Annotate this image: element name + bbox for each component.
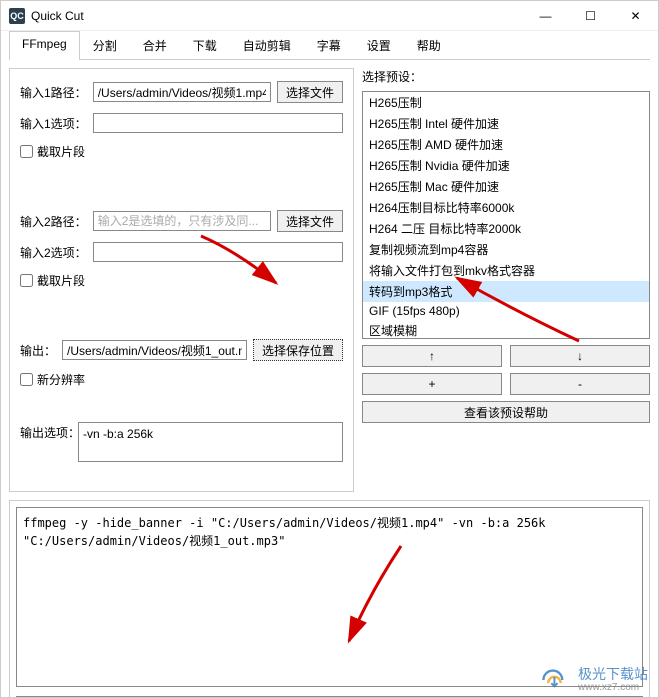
preset-item[interactable]: H265压制 xyxy=(363,92,649,113)
watermark-url: www.xz7.com xyxy=(578,682,648,693)
input2-opts-label: 输入2选项： xyxy=(20,244,87,261)
preset-move-down-button[interactable]: ↓ xyxy=(510,345,650,367)
output-opts-label: 输出选项： xyxy=(20,424,80,441)
input1-path-label: 输入1路径： xyxy=(20,84,87,101)
clip1-checkbox[interactable] xyxy=(20,145,33,158)
choose-save-location-button[interactable]: 选择保存位置 xyxy=(253,339,343,361)
preset-item[interactable]: H265压制 Intel 硬件加速 xyxy=(363,113,649,134)
new-resolution-checkbox[interactable] xyxy=(20,373,33,386)
input1-path-field[interactable] xyxy=(93,82,271,102)
close-button[interactable]: ✕ xyxy=(613,1,658,31)
right-panel: 选择预设： H265压制H265压制 Intel 硬件加速H265压制 AMD … xyxy=(362,68,650,492)
app-icon: QC xyxy=(9,8,25,24)
command-textarea[interactable] xyxy=(16,507,643,687)
main-content: 输入1路径： 选择文件 输入1选项： 截取片段 输入2路径： 选择文件 输入2选… xyxy=(1,60,658,500)
tab-下载[interactable]: 下载 xyxy=(180,31,230,59)
watermark-icon xyxy=(540,669,572,691)
app-window: QC Quick Cut — ☐ ✕ FFmpeg分割合并下载自动剪辑字幕设置帮… xyxy=(0,0,659,698)
maximize-button[interactable]: ☐ xyxy=(568,1,613,31)
preset-list[interactable]: H265压制H265压制 Intel 硬件加速H265压制 AMD 硬件加速H2… xyxy=(362,91,650,339)
watermark: 极光下载站 www.xz7.com xyxy=(540,667,648,693)
input1-choose-file-button[interactable]: 选择文件 xyxy=(277,81,343,103)
minimize-button[interactable]: — xyxy=(523,1,568,31)
input2-path-label: 输入2路径： xyxy=(20,213,87,230)
preset-item[interactable]: H265压制 AMD 硬件加速 xyxy=(363,134,649,155)
input2-choose-file-button[interactable]: 选择文件 xyxy=(277,210,343,232)
tab-合并[interactable]: 合并 xyxy=(130,31,180,59)
tab-字幕[interactable]: 字幕 xyxy=(304,31,354,59)
input2-opts-field[interactable] xyxy=(93,242,343,262)
preset-move-up-button[interactable]: ↑ xyxy=(362,345,502,367)
tab-帮助[interactable]: 帮助 xyxy=(404,31,454,59)
watermark-name: 极光下载站 xyxy=(578,667,648,682)
input1-opts-field[interactable] xyxy=(93,113,343,133)
left-panel: 输入1路径： 选择文件 输入1选项： 截取片段 输入2路径： 选择文件 输入2选… xyxy=(9,68,354,492)
tab-bar: FFmpeg分割合并下载自动剪辑字幕设置帮助 xyxy=(9,31,650,60)
output-path-field[interactable] xyxy=(62,340,247,360)
preset-item[interactable]: H264 二压 目标比特率2000k xyxy=(363,218,649,239)
tab-自动剪辑[interactable]: 自动剪辑 xyxy=(230,31,304,59)
input1-opts-label: 输入1选项： xyxy=(20,115,87,132)
preset-help-button[interactable]: 查看该预设帮助 xyxy=(362,401,650,423)
preset-delete-button[interactable]: - xyxy=(510,373,650,395)
preset-item[interactable]: 将输入文件打包到mkv格式容器 xyxy=(363,260,649,281)
titlebar: QC Quick Cut — ☐ ✕ xyxy=(1,1,658,31)
window-title: Quick Cut xyxy=(31,9,523,23)
clip2-label: 截取片段 xyxy=(37,272,85,289)
clip1-label: 截取片段 xyxy=(37,143,85,160)
clip2-checkbox[interactable] xyxy=(20,274,33,287)
new-resolution-label: 新分辨率 xyxy=(37,371,85,388)
preset-item[interactable]: 复制视频流到mp4容器 xyxy=(363,239,649,260)
input2-path-field[interactable] xyxy=(93,211,271,231)
preset-item[interactable]: H265压制 Mac 硬件加速 xyxy=(363,176,649,197)
preset-item[interactable]: 转码到mp3格式 xyxy=(363,281,649,302)
output-label: 输出： xyxy=(20,342,56,359)
preset-item[interactable]: H264压制目标比特率6000k xyxy=(363,197,649,218)
tab-分割[interactable]: 分割 xyxy=(80,31,130,59)
preset-item[interactable]: GIF (15fps 480p) xyxy=(363,302,649,320)
tab-设置[interactable]: 设置 xyxy=(354,31,404,59)
preset-item[interactable]: H265压制 Nvidia 硬件加速 xyxy=(363,155,649,176)
preset-header-label: 选择预设： xyxy=(362,68,650,85)
preset-add-button[interactable]: + xyxy=(362,373,502,395)
tab-ffmpeg[interactable]: FFmpeg xyxy=(9,31,80,60)
preset-item[interactable]: 区域模糊 xyxy=(363,320,649,339)
